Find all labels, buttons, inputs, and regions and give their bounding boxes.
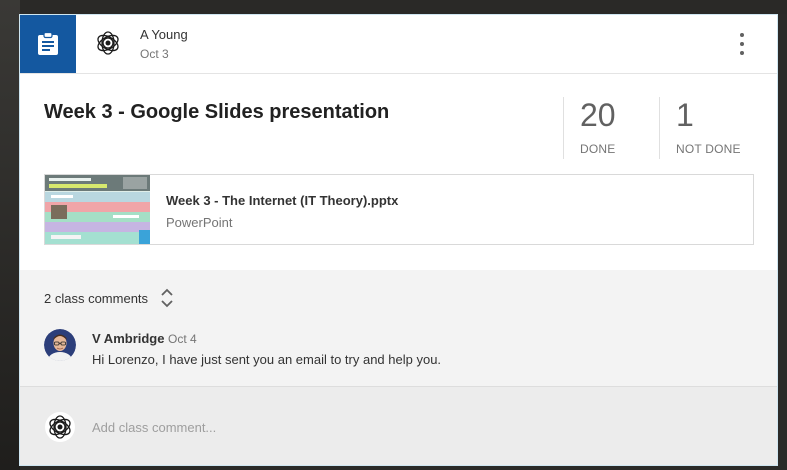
class-comments-section: 2 class comments V Ambridge Oct 4 Hi Lor… — [20, 270, 777, 386]
done-label: DONE — [580, 142, 616, 156]
background-top — [0, 0, 787, 14]
add-class-comment-input[interactable] — [92, 415, 732, 439]
commenter-avatar — [44, 329, 76, 361]
card-header: A Young Oct 3 — [20, 15, 777, 74]
done-count[interactable]: 20 — [580, 99, 616, 131]
comment-date: Oct 4 — [168, 332, 197, 346]
post-date: Oct 3 — [140, 47, 169, 61]
stat-divider — [563, 97, 564, 159]
comment-author: V Ambridge — [92, 331, 165, 346]
not-done-count[interactable]: 1 — [676, 99, 694, 131]
background-left — [0, 0, 20, 470]
assignment-icon — [38, 32, 58, 55]
class-comments-count[interactable]: 2 class comments — [44, 291, 148, 306]
attachment-thumbnail — [45, 175, 150, 244]
current-user-avatar — [45, 412, 75, 442]
attachment-name: Week 3 - The Internet (IT Theory).pptx — [166, 193, 399, 208]
unfold-more-icon[interactable] — [160, 287, 174, 309]
assignment-type-tile — [20, 15, 76, 73]
stat-divider — [659, 97, 660, 159]
attachment-file-type: PowerPoint — [166, 215, 233, 230]
not-done-label: NOT DONE — [676, 142, 741, 156]
add-comment-bar — [20, 386, 777, 465]
assignment-title[interactable]: Week 3 - Google Slides presentation — [44, 101, 389, 124]
attachment-card[interactable]: Week 3 - The Internet (IT Theory).pptx P… — [44, 174, 754, 245]
assignment-card: A Young Oct 3 Week 3 - Google Slides pre… — [19, 14, 778, 466]
author-avatar — [93, 28, 123, 58]
more-vertical-icon[interactable] — [734, 33, 750, 55]
author-name: A Young — [140, 27, 188, 42]
comment-text: Hi Lorenzo, I have just sent you an emai… — [92, 352, 442, 367]
